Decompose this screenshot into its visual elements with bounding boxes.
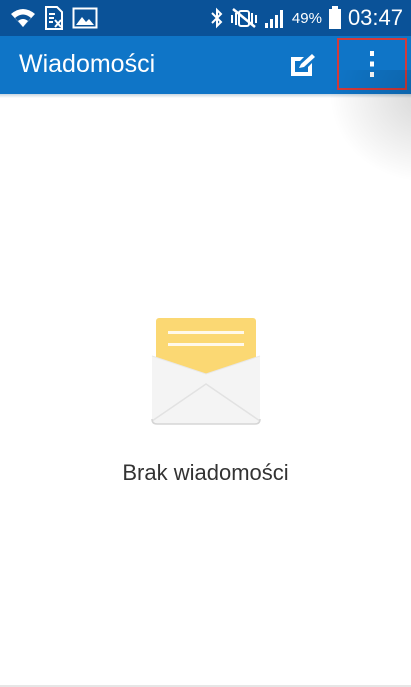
no-sim-icon (45, 6, 63, 30)
image-icon (72, 7, 98, 29)
compose-button[interactable] (282, 44, 324, 86)
battery-icon (328, 6, 341, 29)
envelope-icon (151, 318, 261, 425)
more-vertical-icon (370, 51, 374, 77)
mute-icon (230, 8, 257, 28)
bluetooth-icon (211, 7, 223, 29)
status-bar-right: 49% 03:47 (204, 3, 403, 33)
more-options-button[interactable] (337, 38, 407, 90)
status-bar: 49% 03:47 (0, 0, 411, 36)
app-bar: Wiadomości (0, 36, 411, 94)
wifi-icon (11, 9, 35, 27)
battery-percent: 49% (291, 9, 322, 27)
app-bar-shadow (0, 94, 411, 98)
clock: 03:47 (347, 5, 403, 30)
app-title: Wiadomości (19, 50, 156, 78)
signal-icon (264, 10, 283, 28)
compose-icon (291, 54, 315, 76)
screen: 49% 03:47 Wiadomości Brak wiadomości (0, 0, 411, 687)
empty-message: Brak wiadomości (122, 460, 289, 485)
status-bar-left (10, 5, 106, 31)
